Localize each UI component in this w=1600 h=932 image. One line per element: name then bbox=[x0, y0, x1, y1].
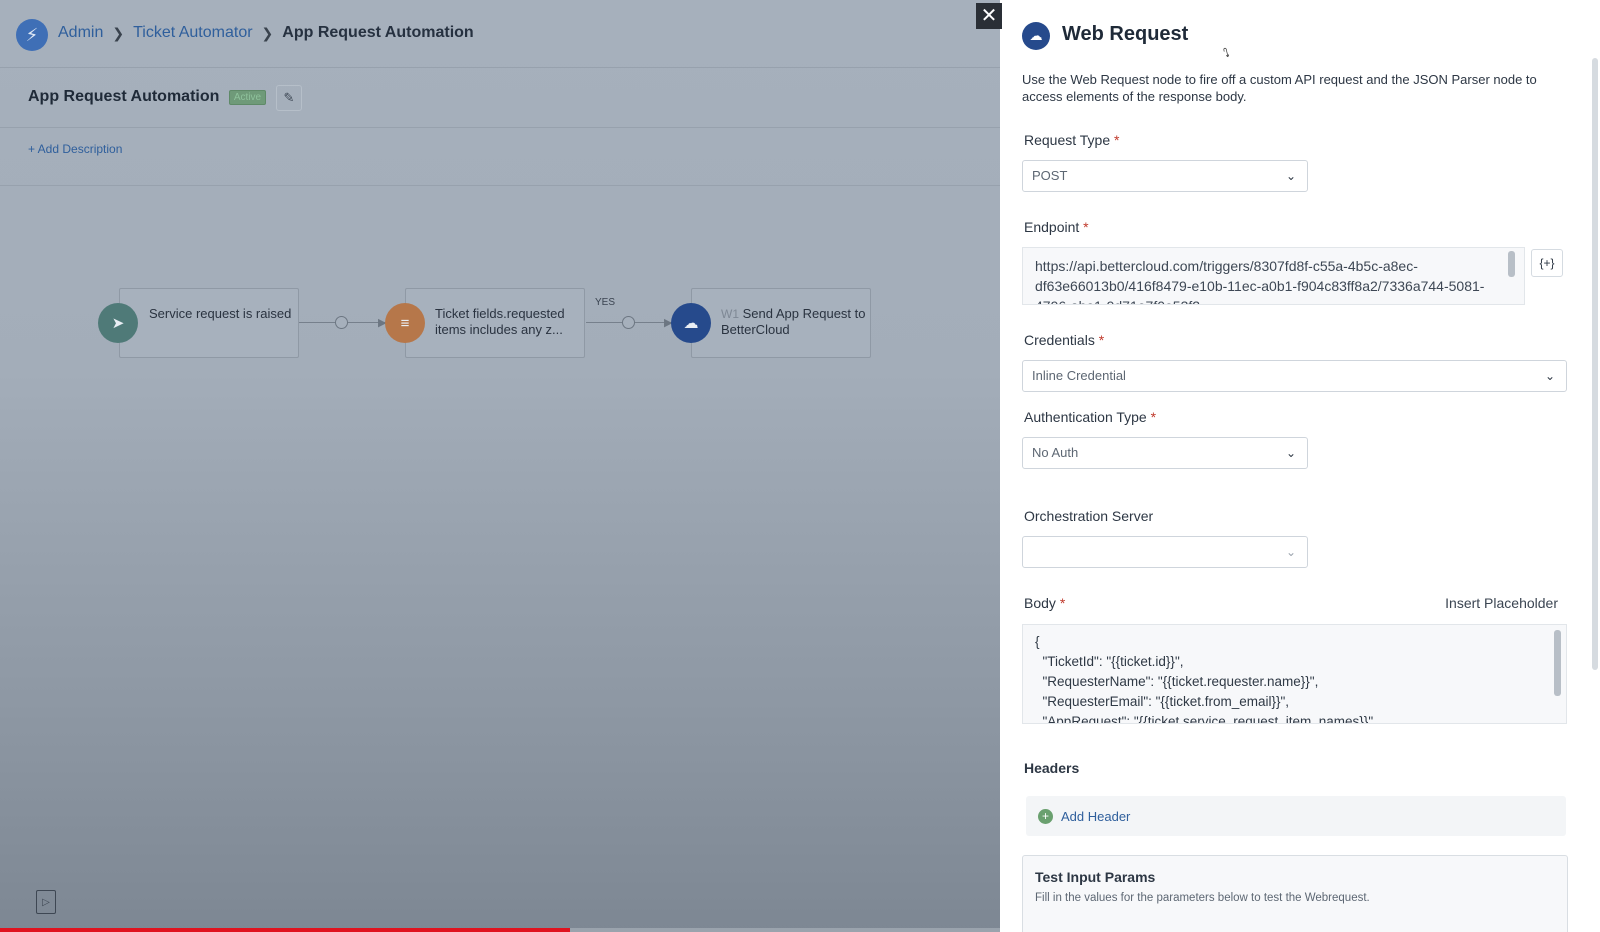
chevron-right-icon: ❯ bbox=[261, 24, 274, 41]
authentication-type-select[interactable]: No Auth ⌄ bbox=[1022, 437, 1308, 469]
panel-title: Web Request bbox=[1062, 23, 1189, 45]
test-input-title: Test Input Params bbox=[1035, 869, 1156, 885]
header-bar: ⚡ Admin ❯ Ticket Automator ❯ App Request… bbox=[0, 0, 1000, 68]
body-line: "TicketId": "{{ticket.id}}", bbox=[1035, 654, 1184, 669]
orchestration-server-select[interactable]: ⌄ bbox=[1022, 536, 1308, 568]
breadcrumb-admin[interactable]: Admin bbox=[58, 24, 103, 42]
add-header-button[interactable]: + Add Header bbox=[1026, 796, 1566, 836]
add-description-link[interactable]: + Add Description bbox=[28, 142, 122, 156]
video-progress-bar[interactable] bbox=[0, 928, 1000, 932]
plus-circle-icon: + bbox=[1038, 808, 1053, 824]
body-line: "AppRequest": "{{ticket.service_request_… bbox=[1035, 714, 1374, 724]
insert-placeholder-link[interactable]: Insert Placeholder bbox=[1445, 595, 1558, 611]
credentials-label: Credentials * bbox=[1024, 332, 1105, 348]
insert-placeholder-button[interactable]: {+} bbox=[1531, 249, 1563, 277]
mouse-cursor: ⭛ bbox=[1223, 46, 1230, 60]
status-badge: Active bbox=[229, 90, 266, 105]
flow-node-condition[interactable]: Ticket fields.requested items includes a… bbox=[405, 288, 585, 358]
node-label: Send App Request to BetterCloud bbox=[721, 306, 866, 337]
breadcrumb: Admin ❯ Ticket Automator ❯ App Request A… bbox=[58, 24, 474, 42]
node-prefix: W1 bbox=[721, 307, 739, 321]
lightning-icon[interactable]: ⚡ bbox=[16, 19, 48, 51]
panel-description: Use the Web Request node to fire off a c… bbox=[1022, 72, 1537, 104]
video-progress-fill bbox=[0, 928, 570, 932]
edit-title-button[interactable]: ✎ bbox=[276, 85, 302, 111]
web-request-panel: ☁ Web Request ⭛ Use the Web Request node… bbox=[1000, 0, 1600, 932]
headers-label: Headers bbox=[1024, 760, 1080, 776]
connector-add-point[interactable] bbox=[335, 316, 348, 329]
connector-add-point[interactable] bbox=[622, 316, 635, 329]
sliders-icon: ≡ bbox=[385, 303, 425, 343]
page-title: App Request Automation bbox=[28, 88, 220, 105]
test-input-params-section: Test Input Params Fill in the values for… bbox=[1022, 855, 1568, 932]
workflow-canvas: ⚡ Admin ❯ Ticket Automator ❯ App Request… bbox=[0, 0, 1000, 932]
test-input-subtitle: Fill in the values for the parameters be… bbox=[1035, 892, 1370, 904]
chevron-down-icon: ⌄ bbox=[1285, 169, 1296, 183]
credentials-select[interactable]: Inline Credential ⌄ bbox=[1022, 360, 1567, 392]
request-type-label: Request Type * bbox=[1024, 132, 1120, 148]
orchestration-server-label: Orchestration Server bbox=[1024, 508, 1154, 524]
description-bar: + Add Description bbox=[0, 128, 1000, 186]
panel-scrollbar[interactable] bbox=[1592, 58, 1598, 670]
body-scrollbar[interactable] bbox=[1554, 630, 1561, 696]
endpoint-scrollbar[interactable] bbox=[1508, 251, 1515, 277]
body-line: { bbox=[1035, 634, 1040, 649]
endpoint-input[interactable]: https://api.bettercloud.com/triggers/830… bbox=[1022, 247, 1525, 305]
authentication-type-label: Authentication Type * bbox=[1024, 409, 1157, 425]
breadcrumb-current: App Request Automation bbox=[282, 24, 474, 41]
body-label: Body * bbox=[1024, 595, 1066, 611]
flow-node-trigger[interactable]: Service request is raised bbox=[119, 288, 299, 358]
branch-label: YES bbox=[595, 297, 616, 308]
breadcrumb-ticket-automator[interactable]: Ticket Automator bbox=[133, 24, 252, 42]
cloud-icon: ☁ bbox=[671, 303, 711, 343]
body-line: "RequesterEmail": "{{ticket.from_email}}… bbox=[1035, 694, 1290, 709]
close-icon: ✕ bbox=[980, 5, 998, 27]
video-play-icon[interactable]: ▷ bbox=[36, 890, 56, 914]
cloud-icon: ☁ bbox=[1022, 22, 1050, 50]
pencil-icon: ✎ bbox=[283, 90, 295, 105]
chevron-down-icon: ⌄ bbox=[1544, 369, 1555, 383]
endpoint-label: Endpoint * bbox=[1024, 219, 1089, 235]
body-line: "RequesterName": "{{ticket.requester.nam… bbox=[1035, 674, 1319, 689]
chevron-down-icon: ⌄ bbox=[1285, 446, 1296, 460]
chevron-down-icon: ⌄ bbox=[1285, 545, 1296, 559]
chevron-right-icon: ❯ bbox=[112, 24, 125, 41]
body-editor[interactable]: { "TicketId": "{{ticket.id}}", "Requeste… bbox=[1022, 624, 1567, 724]
close-panel-button[interactable]: ✕ bbox=[976, 3, 1002, 29]
node-label: Ticket fields.requested items includes a… bbox=[435, 306, 565, 337]
workflow-title-bar: App Request Automation Active ✎ bbox=[0, 68, 1000, 128]
node-label: Service request is raised bbox=[149, 306, 292, 321]
flow-node-web-request[interactable]: W1 Send App Request to BetterCloud bbox=[691, 288, 871, 358]
request-type-select[interactable]: POST ⌄ bbox=[1022, 160, 1308, 192]
send-icon: ➤ bbox=[98, 303, 138, 343]
